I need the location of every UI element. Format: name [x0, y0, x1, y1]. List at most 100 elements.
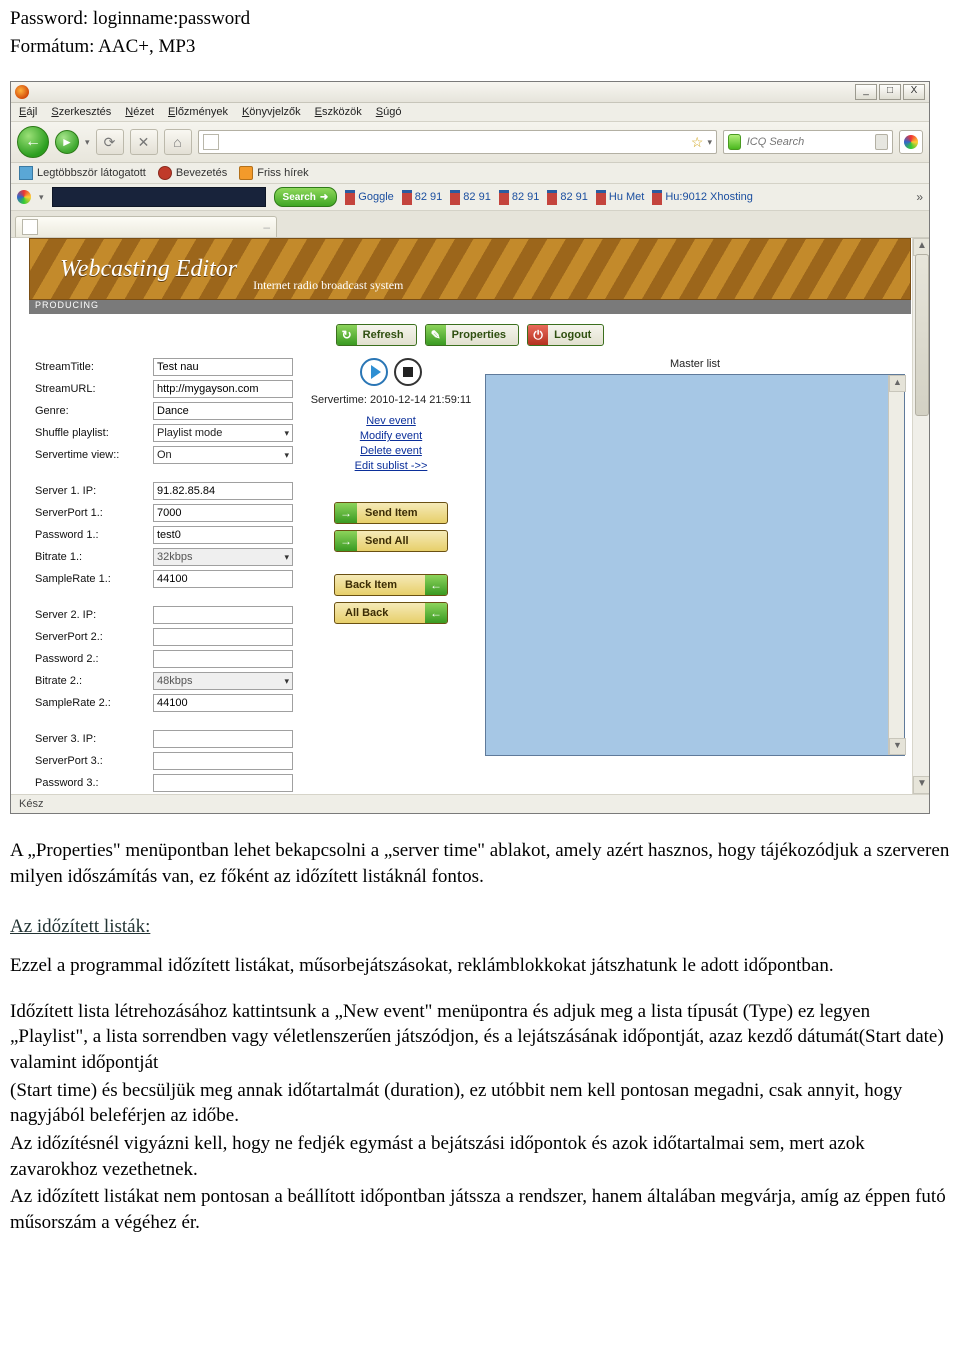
toolbar-link[interactable]: Goggle [345, 190, 393, 205]
browser-tab[interactable]: – [15, 216, 277, 237]
all-back-button[interactable]: All Back← [334, 602, 448, 624]
server3-ip-input[interactable] [153, 730, 293, 748]
refresh-button[interactable]: ↻Refresh [336, 324, 417, 346]
icq-engine-icon[interactable] [728, 134, 741, 150]
bookmark-news[interactable]: Friss hírek [239, 166, 308, 180]
doc-intro: Password: loginname:password Formátum: A… [0, 0, 960, 67]
toolbar-link[interactable]: 82 91 [547, 190, 588, 205]
viewport-scrollbar[interactable]: ▲ ▼ [912, 238, 929, 794]
window-close-button[interactable]: X [903, 84, 925, 100]
refresh-icon: ↻ [337, 325, 357, 345]
stream-url-input[interactable] [153, 380, 293, 398]
server1-bitrate-select[interactable]: 32kbps▾ [153, 548, 293, 566]
stream-title-input[interactable] [153, 358, 293, 376]
window-maximize-button[interactable]: □ [879, 84, 901, 100]
server2-port-input[interactable] [153, 628, 293, 646]
server1-samplerate-input[interactable] [153, 570, 293, 588]
server2-samplerate-input[interactable] [153, 694, 293, 712]
menu-tools[interactable]: Eszközök [315, 106, 362, 118]
server3-password-input[interactable] [153, 774, 293, 792]
modify-event-link[interactable]: Modify event [301, 429, 481, 444]
properties-button[interactable]: ✎Properties [425, 324, 519, 346]
server2-ip-input[interactable] [153, 606, 293, 624]
send-all-button[interactable]: →Send All [334, 530, 448, 552]
menu-file[interactable]: Eájl [19, 106, 37, 118]
stop-button[interactable]: ✕ [130, 129, 158, 155]
webcasting-editor: Webcasting Editor Internet radio broadca… [29, 238, 911, 794]
menu-view[interactable]: Nézet [125, 106, 154, 118]
server3-port-input[interactable] [153, 752, 293, 770]
toolbar-link[interactable]: 82 91 [499, 190, 540, 205]
bookmark-most-visited[interactable]: Legtöbbször látogatott [19, 166, 146, 180]
arrow-left-icon: ← [425, 603, 447, 623]
label: SampleRate 2.: [35, 697, 153, 709]
toolbar-link[interactable]: Hu:9012 Xhosting [652, 190, 752, 205]
icq-logo-icon[interactable] [17, 190, 31, 204]
label: ServerPort 2.: [35, 631, 153, 643]
master-list-scrollbar[interactable]: ▲ ▼ [888, 375, 904, 755]
master-list-box[interactable]: ▲ ▼ [485, 374, 905, 756]
server1-port-input[interactable] [153, 504, 293, 522]
search-input[interactable] [745, 135, 872, 149]
toolbar-link[interactable]: 82 91 [402, 190, 443, 205]
menu-bookmarks[interactable]: Könyvjelzők [242, 106, 301, 118]
url-bar[interactable]: ☆ ▾ [198, 130, 717, 154]
icq-search-field[interactable] [52, 187, 266, 207]
genre-input[interactable] [153, 402, 293, 420]
master-list-heading: Master list [485, 358, 905, 370]
search-box[interactable] [723, 130, 893, 154]
back-item-button[interactable]: Back Item← [334, 574, 448, 596]
reload-button[interactable]: ⟳ [96, 129, 124, 155]
stop-play-button[interactable] [394, 358, 422, 386]
play-icon [371, 365, 381, 379]
chevron-down-icon: ▾ [284, 450, 289, 461]
new-event-link[interactable]: Nev event [301, 414, 481, 429]
history-dropdown-icon[interactable]: ▾ [85, 137, 90, 148]
play-button[interactable] [360, 358, 388, 386]
back-button[interactable]: ← [17, 126, 49, 158]
scroll-thumb[interactable] [915, 254, 929, 416]
icq-toolbar: ▾ Search➜ Goggle 82 91 82 91 82 91 82 91… [11, 184, 929, 211]
server1-password-input[interactable] [153, 526, 293, 544]
menu-edit[interactable]: Szerkesztés [51, 106, 111, 118]
arrow-left-icon: ← [425, 575, 447, 595]
delete-event-link[interactable]: Delete event [301, 444, 481, 459]
logout-button[interactable]: ⏻Logout [527, 324, 604, 346]
scroll-up-icon[interactable]: ▲ [889, 375, 906, 392]
toolbar-overflow-icon[interactable]: » [916, 190, 923, 204]
forward-button[interactable]: ► [55, 130, 79, 154]
server2-password-input[interactable] [153, 650, 293, 668]
scroll-down-icon[interactable]: ▼ [889, 738, 906, 755]
status-text: Kész [19, 798, 43, 810]
search-go-icon[interactable] [875, 134, 888, 150]
label: StreamURL: [35, 383, 153, 395]
scroll-down-icon[interactable]: ▼ [913, 776, 929, 794]
servertime-view-select[interactable]: On▾ [153, 446, 293, 464]
intro-line-2: Formátum: AAC+, MP3 [10, 34, 950, 60]
url-dropdown-icon[interactable]: ▾ [707, 137, 712, 148]
label: Genre: [35, 405, 153, 417]
icq-button[interactable] [899, 130, 923, 154]
menu-history[interactable]: Előzmények [168, 106, 228, 118]
toolbar-link[interactable]: 82 91 [450, 190, 491, 205]
bookmark-intro[interactable]: Bevezetés [158, 166, 227, 180]
flag-icon [547, 190, 557, 205]
properties-panel: StreamTitle: StreamURL: Genre: Shuffle p… [35, 358, 297, 794]
menu-help[interactable]: Súgó [376, 106, 402, 118]
shuffle-select[interactable]: Playlist mode▾ [153, 424, 293, 442]
icq-menu-dropdown-icon[interactable]: ▾ [39, 192, 44, 203]
bookmark-star-icon[interactable]: ☆ [691, 134, 704, 151]
send-item-button[interactable]: →Send Item [334, 502, 448, 524]
flag-icon [402, 190, 412, 205]
arrow-right-icon: → [335, 503, 357, 523]
menu-bar: Eájl Szerkesztés Nézet Előzmények Könyvj… [11, 103, 929, 122]
toolbar-link[interactable]: Hu Met [596, 190, 644, 205]
label: Server 3. IP: [35, 733, 153, 745]
window-minimize-button[interactable]: _ [855, 84, 877, 100]
home-button[interactable]: ⌂ [164, 129, 192, 155]
server2-bitrate-select[interactable]: 48kbps▾ [153, 672, 293, 690]
page-favicon-icon [203, 134, 219, 150]
edit-sublist-link[interactable]: Edit sublist ->> [301, 459, 481, 474]
icq-search-button[interactable]: Search➜ [274, 187, 338, 207]
server1-ip-input[interactable] [153, 482, 293, 500]
